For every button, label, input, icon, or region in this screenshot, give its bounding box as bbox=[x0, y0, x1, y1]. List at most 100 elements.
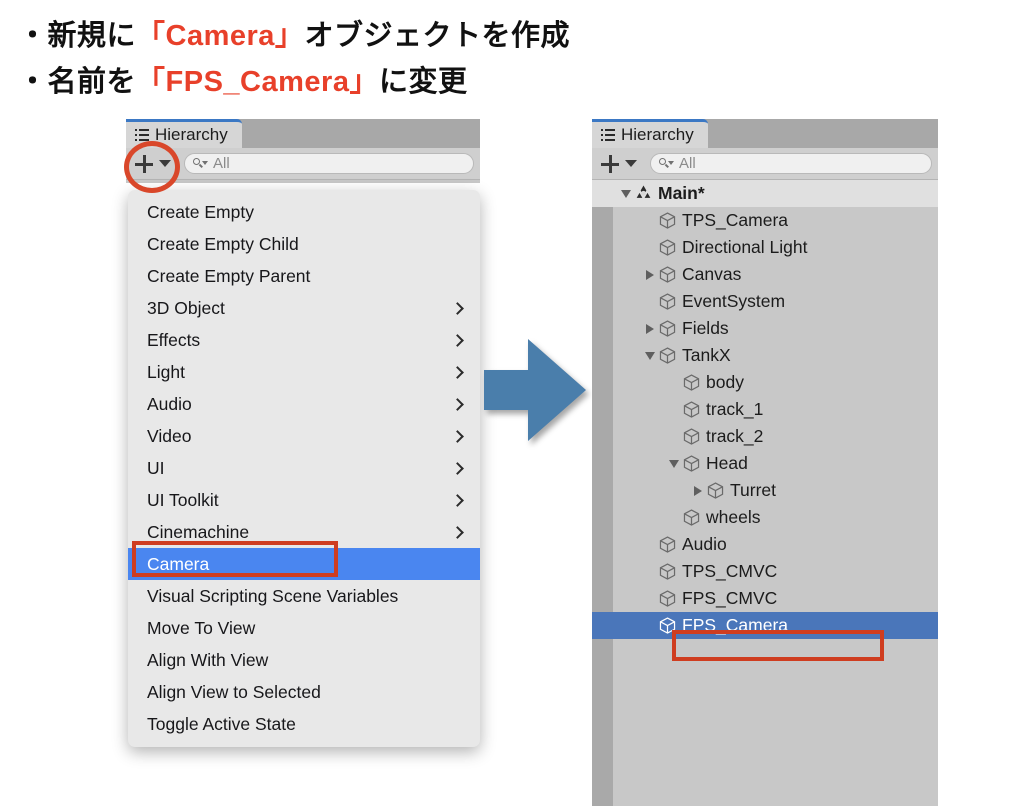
menu-item-label: Create Empty bbox=[147, 201, 254, 222]
transition-arrow-right bbox=[484, 339, 586, 441]
tree-row-audio[interactable]: Audio bbox=[592, 531, 938, 558]
tree-row-label: FPS_Camera bbox=[682, 615, 789, 635]
expand-arrow-right-icon[interactable] bbox=[690, 485, 705, 496]
menu-item-label: Create Empty Child bbox=[147, 233, 299, 254]
menu-item-label: Align With View bbox=[147, 649, 269, 670]
menu-item-create-empty-child[interactable]: Create Empty Child bbox=[128, 228, 480, 260]
menu-item-light[interactable]: Light bbox=[128, 356, 480, 388]
tree-row-tps-camera[interactable]: TPS_Camera bbox=[592, 207, 938, 234]
chevron-right-icon bbox=[451, 365, 464, 379]
left-tab-label: Hierarchy bbox=[155, 125, 228, 144]
tree-row-label: body bbox=[706, 372, 744, 392]
gameobject-cube-icon bbox=[681, 400, 702, 419]
right-add-dropdown-button[interactable] bbox=[598, 154, 639, 174]
tree-row-directional-light[interactable]: Directional Light bbox=[592, 234, 938, 261]
plus-icon bbox=[600, 154, 620, 174]
tree-row-tps-cmvc[interactable]: TPS_CMVC bbox=[592, 558, 938, 585]
tree-row-label: track_2 bbox=[706, 426, 764, 446]
tree-row-head[interactable]: Head bbox=[592, 450, 938, 477]
tree-row-eventsystem[interactable]: EventSystem bbox=[592, 288, 938, 315]
gameobject-cube-icon bbox=[657, 292, 678, 311]
expand-arrow-right-icon[interactable] bbox=[642, 269, 657, 280]
bullet-1-highlight: 「Camera」 bbox=[136, 20, 305, 52]
chevron-right-icon bbox=[451, 493, 464, 507]
left-toolbar: All bbox=[126, 148, 480, 180]
chevron-right-icon bbox=[451, 397, 464, 411]
collapse-arrow-down-icon[interactable] bbox=[642, 351, 657, 360]
menu-item-create-empty[interactable]: Create Empty bbox=[128, 196, 480, 228]
gameobject-cube-icon bbox=[657, 346, 678, 365]
left-tabstrip: Hierarchy bbox=[126, 119, 480, 148]
menu-item-audio[interactable]: Audio bbox=[128, 388, 480, 420]
menu-item-label: Camera bbox=[147, 553, 210, 574]
menu-item-move-to-view[interactable]: Move To View bbox=[128, 612, 480, 644]
collapse-arrow-down-icon[interactable] bbox=[618, 189, 633, 198]
tree-row-label: Fields bbox=[682, 318, 729, 338]
right-tab-hierarchy[interactable]: Hierarchy bbox=[592, 119, 708, 148]
tree-row-body[interactable]: body bbox=[592, 369, 938, 396]
menu-item-align-with-view[interactable]: Align With View bbox=[128, 644, 480, 676]
slide-bullet-2: ・名前を「FPS_Camera」に変更 bbox=[18, 58, 467, 100]
search-dropdown-icon bbox=[193, 157, 208, 170]
menu-item-camera[interactable]: Camera bbox=[128, 548, 480, 580]
tree-row-wheels[interactable]: wheels bbox=[592, 504, 938, 531]
tree-row-main[interactable]: Main* bbox=[592, 180, 938, 207]
menu-item-label: Create Empty Parent bbox=[147, 265, 311, 286]
menu-item-label: 3D Object bbox=[147, 297, 225, 318]
right-search-input[interactable]: All bbox=[650, 153, 932, 174]
tree-row-track-1[interactable]: track_1 bbox=[592, 396, 938, 423]
tree-row-fps-cmvc[interactable]: FPS_CMVC bbox=[592, 585, 938, 612]
tree-row-fps-camera[interactable]: FPS_Camera bbox=[592, 612, 938, 639]
gameobject-cube-icon bbox=[657, 238, 678, 257]
bullet-marker-1: ・ bbox=[18, 20, 48, 52]
expand-arrow-right-icon[interactable] bbox=[642, 323, 657, 334]
menu-item-label: UI bbox=[147, 457, 165, 478]
menu-item-align-view-to-selected[interactable]: Align View to Selected bbox=[128, 676, 480, 708]
left-add-dropdown-button[interactable] bbox=[132, 154, 173, 174]
menu-item-ui[interactable]: UI bbox=[128, 452, 480, 484]
gameobject-cube-icon bbox=[657, 562, 678, 581]
bullet-1-post: オブジェクトを作成 bbox=[304, 20, 570, 52]
menu-item-effects[interactable]: Effects bbox=[128, 324, 480, 356]
caret-down-icon bbox=[159, 160, 171, 167]
chevron-right-icon bbox=[451, 333, 464, 347]
hierarchy-tree: Main* TPS_Camera Directional Light Canvas Ev… bbox=[592, 180, 938, 806]
menu-item-create-empty-parent[interactable]: Create Empty Parent bbox=[128, 260, 480, 292]
gameobject-cube-icon bbox=[657, 535, 678, 554]
bullet-marker-2: ・ bbox=[18, 66, 48, 98]
bullet-2-pre: 名前を bbox=[47, 66, 137, 98]
tree-row-label: Head bbox=[706, 453, 748, 473]
tree-row-fields[interactable]: Fields bbox=[592, 315, 938, 342]
left-tab-hierarchy[interactable]: Hierarchy bbox=[126, 119, 242, 148]
tree-row-label: Turret bbox=[730, 480, 777, 500]
menu-item-ui-toolkit[interactable]: UI Toolkit bbox=[128, 484, 480, 516]
tree-row-label: Main* bbox=[658, 183, 705, 203]
tree-row-turret[interactable]: Turret bbox=[592, 477, 938, 504]
hierarchy-list-icon bbox=[135, 129, 149, 141]
gameobject-cube-icon bbox=[705, 481, 726, 500]
tree-row-track-2[interactable]: track_2 bbox=[592, 423, 938, 450]
gameobject-cube-icon bbox=[657, 319, 678, 338]
menu-item-visual-scripting-scene-variables[interactable]: Visual Scripting Scene Variables bbox=[128, 580, 480, 612]
menu-item-toggle-active-state[interactable]: Toggle Active State bbox=[128, 708, 480, 740]
gameobject-cube-icon bbox=[681, 454, 702, 473]
plus-icon bbox=[134, 154, 154, 174]
hierarchy-list-icon bbox=[601, 129, 615, 141]
tree-row-label: EventSystem bbox=[682, 291, 786, 311]
tree-row-label: track_1 bbox=[706, 399, 764, 419]
tree-row-tankx[interactable]: TankX bbox=[592, 342, 938, 369]
tree-row-label: Canvas bbox=[682, 264, 742, 284]
menu-item-cinemachine[interactable]: Cinemachine bbox=[128, 516, 480, 548]
menu-item-label: UI Toolkit bbox=[147, 489, 219, 510]
gameobject-cube-icon bbox=[657, 265, 678, 284]
chevron-right-icon bbox=[451, 461, 464, 475]
menu-item-label: Align View to Selected bbox=[147, 681, 321, 702]
menu-item-label: Cinemachine bbox=[147, 521, 250, 542]
gameobject-cube-icon bbox=[681, 508, 702, 527]
menu-item-video[interactable]: Video bbox=[128, 420, 480, 452]
tree-row-canvas[interactable]: Canvas bbox=[592, 261, 938, 288]
menu-item-3d-object[interactable]: 3D Object bbox=[128, 292, 480, 324]
menu-item-label: Video bbox=[147, 425, 192, 446]
left-search-input[interactable]: All bbox=[184, 153, 474, 174]
collapse-arrow-down-icon[interactable] bbox=[666, 459, 681, 468]
